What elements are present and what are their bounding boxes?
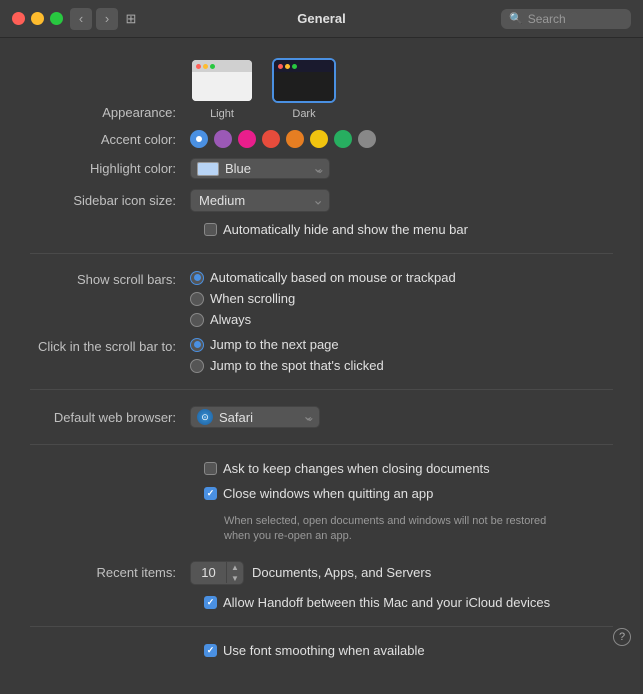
allow-handoff-checkbox[interactable] — [204, 596, 217, 609]
click-nextpage-label: Jump to the next page — [210, 337, 339, 352]
appearance-option-dark[interactable]: Dark — [272, 58, 336, 120]
accent-yellow[interactable] — [310, 130, 328, 148]
close-button[interactable] — [12, 12, 25, 25]
scroll-auto-radio[interactable] — [190, 271, 204, 285]
scroll-scrolling-radio[interactable] — [190, 292, 204, 306]
default-browser-label: Default web browser: — [30, 410, 190, 425]
search-box: 🔍 — [501, 9, 631, 29]
title-bar: ‹ › ⊞ General 🔍 — [0, 0, 643, 38]
scroll-scrolling-label: When scrolling — [210, 291, 295, 306]
maximize-button[interactable] — [50, 12, 63, 25]
accent-color-label: Accent color: — [30, 132, 190, 147]
accent-orange[interactable] — [286, 130, 304, 148]
appearance-light-label: Light — [210, 108, 234, 120]
accent-purple[interactable] — [214, 130, 232, 148]
appearance-dark-label: Dark — [292, 108, 315, 120]
accent-blue[interactable] — [190, 130, 208, 148]
recent-items-stepper: ▲ ▼ — [190, 561, 244, 585]
appearance-option-light[interactable]: Light — [190, 58, 254, 120]
accent-graphite[interactable] — [358, 130, 376, 148]
accent-green[interactable] — [334, 130, 352, 148]
safari-icon: ⊙ — [197, 409, 213, 425]
recent-items-suffix: Documents, Apps, and Servers — [252, 565, 431, 580]
recent-items-label: Recent items: — [30, 565, 190, 580]
scroll-always-label: Always — [210, 312, 251, 327]
auto-hide-menubar-label: Automatically hide and show the menu bar — [223, 222, 468, 237]
auto-hide-menubar-checkbox[interactable] — [204, 223, 217, 236]
grid-view-button[interactable]: ⊞ — [120, 8, 142, 30]
highlight-color-label: Highlight color: — [30, 161, 190, 176]
accent-colors — [190, 130, 376, 148]
appearance-options: Light Dark — [190, 58, 336, 120]
scroll-auto-label: Automatically based on mouse or trackpad — [210, 270, 456, 285]
stepper-up-button[interactable]: ▲ — [227, 562, 243, 573]
accent-red[interactable] — [262, 130, 280, 148]
accent-pink[interactable] — [238, 130, 256, 148]
search-icon: 🔍 — [509, 12, 523, 25]
ask-keep-changes-checkbox[interactable] — [204, 462, 217, 475]
sidebar-icon-size-select[interactable]: Small Medium Large — [190, 189, 330, 212]
highlight-color-value: Blue — [225, 161, 311, 176]
back-button[interactable]: ‹ — [70, 8, 92, 30]
click-spot-label: Jump to the spot that's clicked — [210, 358, 384, 373]
click-spot-radio[interactable] — [190, 359, 204, 373]
click-scroll-bar-label: Click in the scroll bar to: — [30, 337, 190, 354]
click-nextpage-radio[interactable] — [190, 338, 204, 352]
appearance-label: Appearance: — [30, 105, 190, 120]
window-title: General — [297, 11, 345, 26]
help-button[interactable]: ? — [613, 628, 631, 646]
default-browser-select[interactable]: ⊙ Safari ⌄ — [190, 406, 320, 428]
stepper-down-button[interactable]: ▼ — [227, 573, 243, 584]
ask-keep-changes-label: Ask to keep changes when closing documen… — [223, 461, 490, 476]
show-scroll-bars-label: Show scroll bars: — [30, 270, 190, 287]
default-browser-value: Safari — [219, 410, 301, 425]
close-windows-quit-checkbox[interactable] — [204, 487, 217, 500]
font-smoothing-checkbox[interactable] — [204, 644, 217, 657]
traffic-lights — [12, 12, 63, 25]
allow-handoff-label: Allow Handoff between this Mac and your … — [223, 595, 550, 610]
chevron-down-icon: ⌄ — [315, 162, 325, 176]
scroll-always-radio[interactable] — [190, 313, 204, 327]
chevron-down-icon: ⌄ — [305, 410, 315, 424]
highlight-color-select[interactable]: Blue ⌄ — [190, 158, 330, 179]
close-windows-desc: When selected, open documents and window… — [224, 514, 574, 545]
minimize-button[interactable] — [31, 12, 44, 25]
font-smoothing-label: Use font smoothing when available — [223, 643, 425, 658]
search-input[interactable] — [528, 12, 623, 26]
sidebar-icon-size-label: Sidebar icon size: — [30, 193, 190, 208]
recent-items-input[interactable] — [191, 562, 227, 583]
close-windows-quit-label: Close windows when quitting an app — [223, 486, 433, 501]
forward-button[interactable]: › — [96, 8, 118, 30]
highlight-swatch — [197, 162, 219, 176]
